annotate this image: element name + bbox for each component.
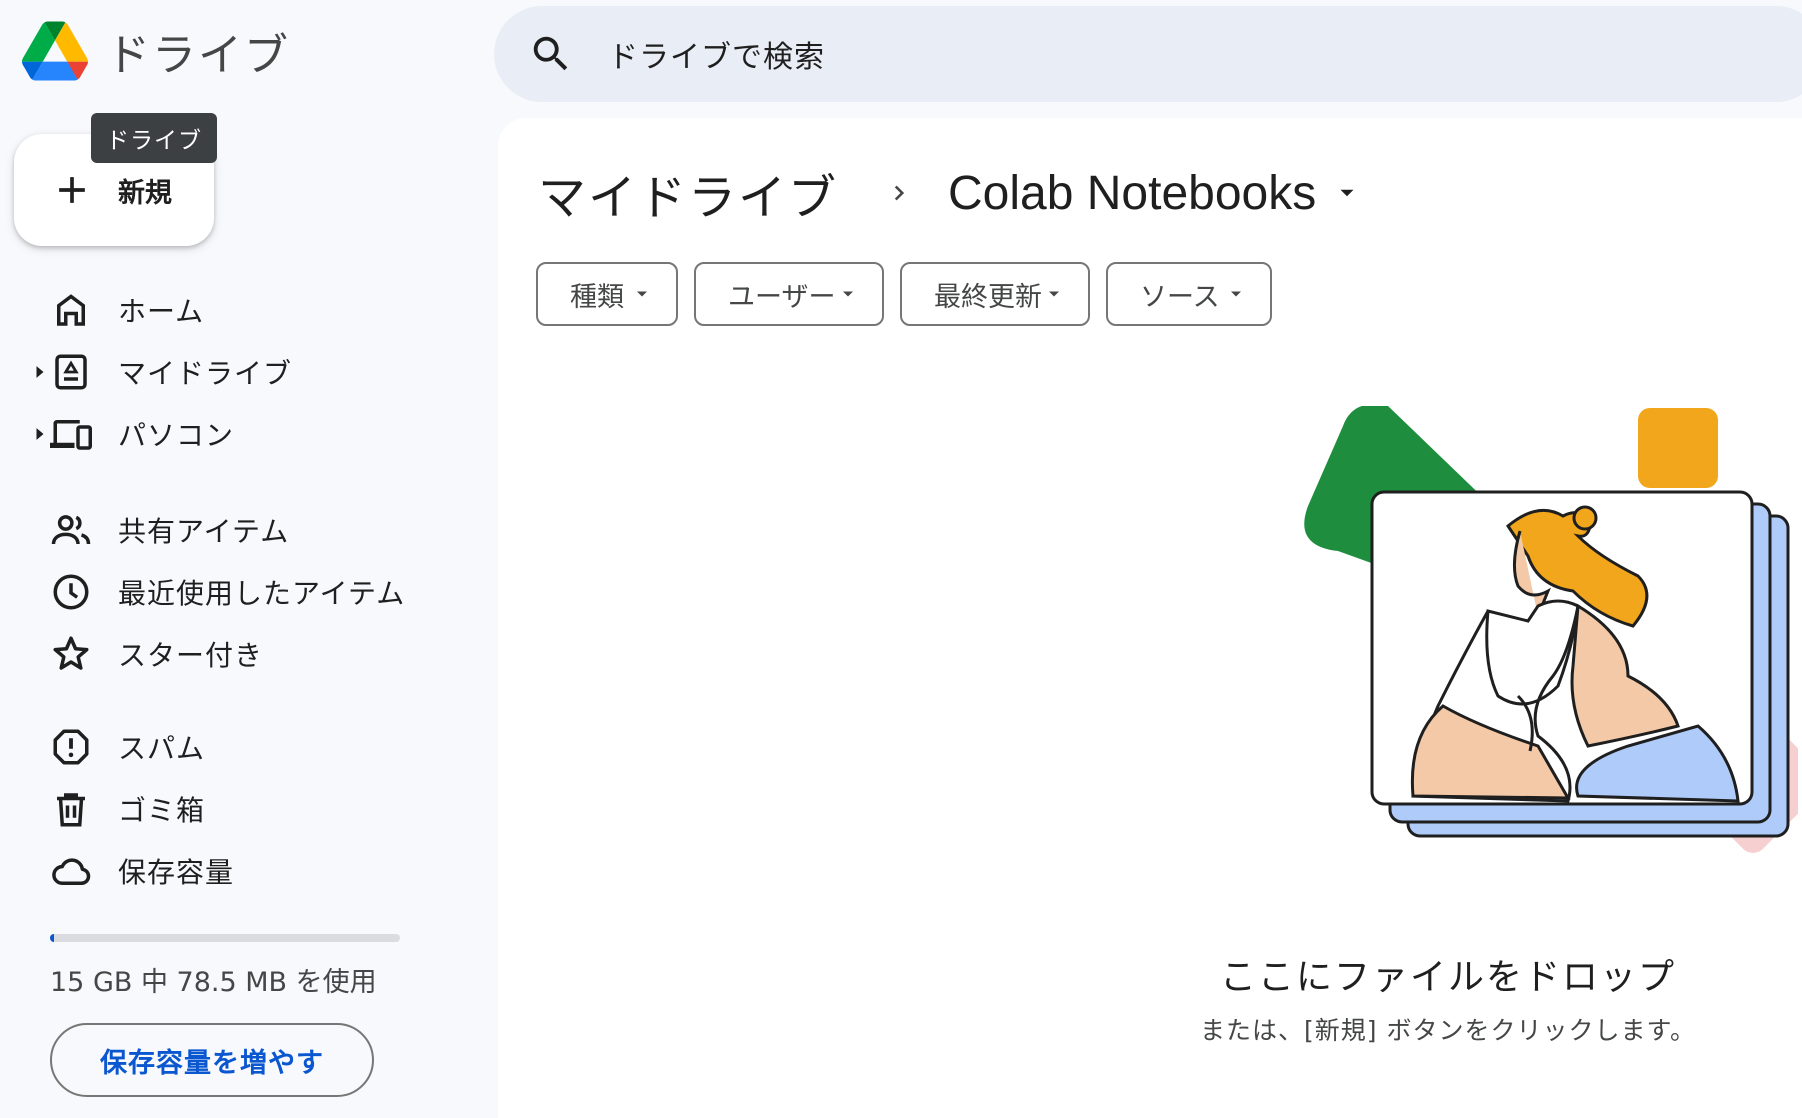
filter-source[interactable]: ソース [1106, 262, 1272, 326]
sidebar-item-shared[interactable]: 共有アイテム [28, 500, 468, 560]
sidebar-item-label: マイドライブ [118, 357, 293, 390]
dropdown-arrow-icon [843, 291, 853, 297]
filter-people[interactable]: ユーザー [694, 262, 884, 326]
dropdown-arrow-icon [637, 291, 647, 297]
sidebar-item-trash[interactable]: ゴミ箱 [28, 779, 468, 839]
my-drive-icon [55, 354, 87, 390]
plus-icon [59, 177, 85, 203]
spam-icon [53, 729, 89, 765]
app-title: ドライブ [106, 30, 290, 81]
trash-icon [57, 793, 85, 827]
filter-modified[interactable]: 最終更新 [900, 262, 1090, 326]
chevron-right-icon [894, 185, 905, 201]
drive-logo-icon [22, 21, 88, 81]
main-content: マイドライブ Colab Notebooks 種類 ユーザー 最終更新 ソース [498, 118, 1802, 1118]
empty-folder-illustration [1304, 406, 1798, 853]
get-more-storage-button[interactable]: 保存容量を増やす [50, 1023, 374, 1097]
clock-icon [53, 574, 89, 610]
breadcrumb-current-folder[interactable]: Colab Notebooks [948, 166, 1316, 221]
breadcrumb-my-drive[interactable]: マイドライブ [538, 158, 838, 228]
sidebar-item-recent[interactable]: 最近使用したアイテム [28, 562, 468, 622]
dropdown-arrow-icon [1049, 291, 1059, 297]
filter-label: ソース [1140, 281, 1220, 313]
drive-tooltip: ドライブ [91, 113, 217, 163]
cloud-icon [52, 858, 91, 886]
filter-type[interactable]: 種類 [536, 262, 678, 326]
home-icon [57, 294, 85, 326]
sidebar-item-storage[interactable]: 保存容量 [28, 841, 468, 901]
sidebar-item-label: スパム [118, 732, 206, 765]
search-icon[interactable] [528, 31, 574, 77]
expand-caret-icon[interactable] [34, 365, 46, 379]
storage-usage-text: 15 GB 中 78.5 MB を使用 [50, 967, 377, 998]
folder-menu-dropdown-icon[interactable] [1334, 180, 1360, 206]
expand-caret-icon[interactable] [34, 427, 46, 441]
shared-icon [51, 515, 91, 545]
search-input[interactable]: ドライブで検索 [608, 32, 825, 76]
dropdown-arrow-icon [1231, 291, 1241, 297]
sidebar-item-label: パソコン [118, 419, 235, 452]
filter-label: ユーザー [728, 281, 836, 313]
sidebar-item-spam[interactable]: スパム [28, 717, 468, 777]
sidebar-item-home[interactable]: ホーム [28, 280, 468, 340]
search-bar[interactable]: ドライブで検索 [494, 6, 1802, 102]
drive-logo-row[interactable]: ドライブ [22, 14, 290, 88]
sidebar-item-my-drive[interactable]: マイドライブ [28, 342, 468, 402]
breadcrumb: マイドライブ Colab Notebooks [538, 158, 1360, 228]
filter-label: 種類 [570, 281, 624, 313]
sidebar-item-label: ホーム [118, 295, 205, 328]
sidebar-item-starred[interactable]: スター付き [28, 624, 468, 684]
sidebar-item-label: ゴミ箱 [118, 794, 206, 827]
sidebar-item-label: 保存容量 [118, 856, 235, 889]
sidebar-item-computers[interactable]: パソコン [28, 404, 468, 464]
star-icon [53, 636, 89, 670]
new-button-label: 新規 [118, 177, 172, 209]
filter-label: 最終更新 [934, 281, 1042, 313]
sidebar-item-label: 最近使用したアイテム [118, 577, 406, 610]
sidebar-item-label: スター付き [118, 639, 264, 672]
empty-state-subtitle: または、[新規] ボタンをクリックします。 [1200, 1016, 1696, 1045]
computers-icon [50, 420, 92, 450]
storage-usage-fill [50, 934, 54, 942]
storage-usage-bar [50, 934, 400, 942]
sidebar-item-label: 共有アイテム [118, 515, 290, 548]
empty-state-title: ここにファイルをドロップ [1219, 957, 1676, 998]
filter-chips: 種類 ユーザー 最終更新 ソース [536, 262, 1288, 326]
